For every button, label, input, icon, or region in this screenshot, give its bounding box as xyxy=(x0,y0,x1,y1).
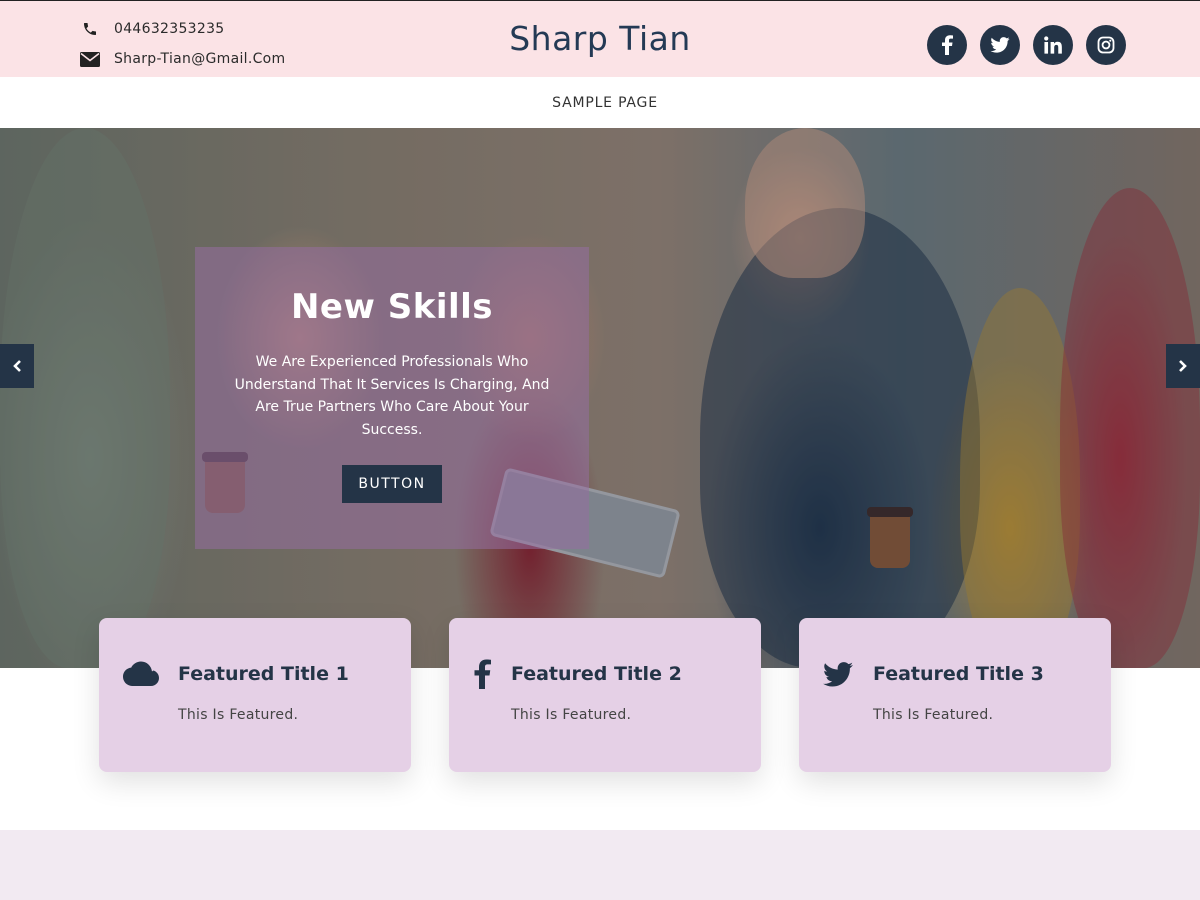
facebook-icon[interactable] xyxy=(927,25,967,65)
slider-next-button[interactable] xyxy=(1166,344,1200,388)
feature-text: This Is Featured. xyxy=(511,707,632,723)
hero-shade xyxy=(0,128,1200,668)
feature-card[interactable]: Featured Title 3 This Is Featured. xyxy=(799,618,1111,772)
hero-title: New Skills xyxy=(290,287,494,327)
feature-title: Featured Title 1 xyxy=(178,663,349,685)
facebook-icon xyxy=(473,656,513,692)
slider-prev-button[interactable] xyxy=(0,344,34,388)
feature-text: This Is Featured. xyxy=(178,707,299,723)
feature-title: Featured Title 3 xyxy=(873,663,1044,685)
twitter-icon xyxy=(823,656,863,692)
main-nav: SAMPLE PAGE xyxy=(0,77,1200,128)
linkedin-icon[interactable] xyxy=(1033,25,1073,65)
chevron-right-icon xyxy=(1179,360,1187,372)
feature-card[interactable]: Featured Title 2 This Is Featured. xyxy=(449,618,761,772)
feature-card[interactable]: Featured Title 1 This Is Featured. xyxy=(99,618,411,772)
feature-text: This Is Featured. xyxy=(873,707,994,723)
hero-caption: New Skills We Are Experienced Profession… xyxy=(195,247,589,549)
top-bar: 044632353235 Sharp-Tian@Gmail.Com Sharp … xyxy=(0,0,1200,77)
feature-title: Featured Title 2 xyxy=(511,663,682,685)
nav-item-sample-page[interactable]: SAMPLE PAGE xyxy=(552,95,658,111)
cloud-icon xyxy=(123,656,163,692)
instagram-icon[interactable] xyxy=(1086,25,1126,65)
footer-band xyxy=(0,830,1200,900)
social-links xyxy=(927,25,1126,65)
chevron-left-icon xyxy=(13,360,21,372)
hero-slider: New Skills We Are Experienced Profession… xyxy=(0,128,1200,668)
twitter-icon[interactable] xyxy=(980,25,1020,65)
hero-text: We Are Experienced Professionals Who Und… xyxy=(234,354,550,438)
hero-button[interactable]: BUTTON xyxy=(342,465,442,503)
